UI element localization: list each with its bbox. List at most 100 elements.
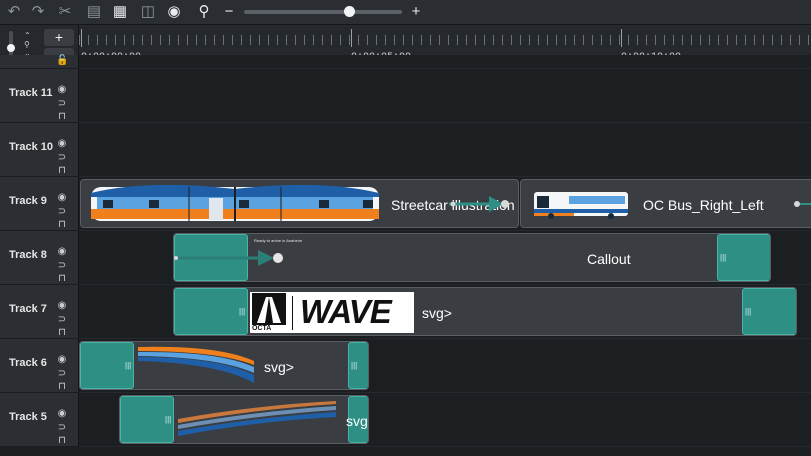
clip-callout[interactable]: ||| Ready to arrive in Anaheim Callout — [173, 233, 771, 282]
ruler-ticks — [79, 35, 811, 45]
track-name: Track 9 — [9, 195, 47, 207]
grip-handle-icon[interactable]: ||| — [745, 307, 751, 317]
track-name: Track 6 — [9, 357, 47, 369]
track-header[interactable]: Track 7 ◉ ⊃ ⊓ — [0, 285, 79, 339]
lock-icon[interactable]: ⊓ — [56, 111, 68, 123]
track-row-5: Track 5 ◉ ⊃ ⊓ ||| svg — [0, 393, 811, 447]
eye-icon[interactable]: ◉ — [56, 300, 68, 312]
wave-logo-thumbnail: OCTA WAVE — [250, 292, 414, 333]
grip-handle-icon[interactable]: ||| — [351, 361, 357, 371]
zoom-out-button[interactable]: − — [219, 2, 239, 22]
clip-label: svg> — [264, 359, 294, 375]
eye-icon[interactable]: ◉ — [56, 138, 68, 150]
add-track-button[interactable]: + — [44, 29, 74, 46]
track-name: Track 7 — [9, 303, 47, 315]
track-header[interactable]: Track 8 ◉ ⊃ ⊓ — [0, 231, 79, 285]
logo-divider — [292, 296, 293, 330]
track-lane[interactable] — [79, 69, 811, 123]
track-name: Track 11 — [9, 87, 53, 99]
lock-icon[interactable]: ⊓ — [56, 381, 68, 393]
octa-logo-icon — [252, 293, 286, 325]
cut-icon[interactable]: ✂ — [55, 2, 75, 22]
transition-in[interactable]: ||| — [174, 288, 248, 335]
lock-icon[interactable]: ⊓ — [56, 219, 68, 231]
ruler-major-tick — [81, 29, 82, 47]
track-zoom-icon: ⌃ ⚲ ⌄ — [24, 31, 31, 58]
undo-icon[interactable]: ↶ — [4, 2, 24, 22]
track-height-handle[interactable] — [7, 44, 15, 52]
clip-svg-stripes[interactable]: ||| svg — [119, 395, 369, 444]
clip-svg-wave[interactable]: ||| ||| OCTA WAVE svg> — [173, 287, 797, 336]
track-row-7: Track 7 ◉ ⊃ ⊓ ||| ||| OCTA WAVE svg> — [0, 285, 811, 339]
eye-icon[interactable]: ◉ — [56, 84, 68, 96]
transition-arrow-icon — [449, 196, 509, 212]
stripes-thumbnail — [178, 401, 336, 436]
timeline-tracks: 🔓 Track 11 ◉ ⊃ ⊓ Track 10 ◉ ⊃ ⊓ Track 9 … — [0, 55, 811, 456]
track-row-partial: 🔓 — [0, 55, 811, 69]
transition-out[interactable]: ||| — [348, 342, 368, 389]
grip-handle-icon[interactable]: ||| — [165, 415, 171, 425]
magnet-icon[interactable]: ⊃ — [56, 206, 68, 218]
transition-out[interactable]: ||| — [717, 234, 770, 281]
eye-icon[interactable]: ◉ — [56, 246, 68, 258]
track-row-11: Track 11 ◉ ⊃ ⊓ — [0, 69, 811, 123]
streetcar-thumbnail — [91, 184, 379, 221]
track-header[interactable]: Track 10 ◉ ⊃ ⊓ — [0, 123, 79, 177]
bus-thumbnail — [534, 192, 628, 219]
track-lane[interactable]: ||| ||| svg> — [79, 339, 811, 393]
eye-icon[interactable]: ◉ — [56, 408, 68, 420]
zoom-slider[interactable] — [244, 10, 402, 14]
transition-in[interactable]: ||| — [80, 342, 134, 389]
clip-label: svg> — [422, 305, 452, 321]
grip-handle-icon[interactable]: ||| — [239, 307, 245, 317]
eye-icon[interactable]: ◉ — [56, 192, 68, 204]
clip-label: svg — [346, 413, 368, 429]
copy-icon[interactable]: ▤ — [84, 2, 104, 22]
toolbar: ↶ ↷ ✂ ▤ ▦ ◫ ◉ ⚲ − + — [0, 0, 811, 25]
paste-icon[interactable]: ▦ — [110, 2, 130, 22]
wave-logo-text: WAVE — [300, 293, 392, 330]
transition-in[interactable]: ||| — [120, 396, 174, 443]
clip-svg-swoosh[interactable]: ||| ||| svg> — [79, 341, 369, 390]
snapshot-icon[interactable]: ◉ — [164, 2, 184, 22]
track-header[interactable]: Track 5 ◉ ⊃ ⊓ — [0, 393, 79, 447]
split-icon[interactable]: ◫ — [138, 2, 158, 22]
transition-out[interactable]: ||| — [742, 288, 796, 335]
magnet-icon[interactable]: ⊃ — [56, 368, 68, 380]
magnet-icon[interactable]: ⊃ — [56, 314, 68, 326]
track-header[interactable]: Track 11 ◉ ⊃ ⊓ — [0, 69, 79, 123]
track-lane[interactable]: ||| Ready to arrive in Anaheim Callout — [79, 231, 811, 285]
track-name: Track 10 — [9, 141, 54, 153]
magnet-icon[interactable]: ⊃ — [56, 260, 68, 272]
eye-icon[interactable]: ◉ — [56, 354, 68, 366]
grip-handle-icon[interactable]: ||| — [720, 253, 726, 263]
clip-label: Callout — [587, 251, 631, 267]
track-lane[interactable]: ||| ||| OCTA WAVE svg> — [79, 285, 811, 339]
callout-arrow-icon — [174, 250, 283, 266]
track-name: Track 8 — [9, 249, 47, 261]
magnet-icon[interactable]: ⊃ — [56, 152, 68, 164]
track-header[interactable]: Track 6 ◉ ⊃ ⊓ — [0, 339, 79, 393]
zoom-slider-handle[interactable] — [344, 6, 356, 17]
grip-handle-icon[interactable]: ||| — [125, 361, 131, 371]
lock-icon[interactable]: 🔓 — [56, 55, 68, 67]
track-lane[interactable]: ||| svg — [79, 393, 811, 447]
track-name: Track 5 — [9, 411, 47, 423]
track-lane[interactable] — [79, 123, 811, 177]
lock-icon[interactable]: ⊓ — [56, 273, 68, 285]
zoom-icon: ⚲ — [198, 3, 210, 20]
lock-icon[interactable]: ⊓ — [56, 327, 68, 339]
octa-logo-text: OCTA — [252, 325, 272, 332]
track-lane[interactable]: Streetcar illustration — [79, 177, 811, 231]
transition-line-icon — [794, 201, 811, 207]
lock-icon[interactable]: ⊓ — [56, 165, 68, 177]
redo-icon[interactable]: ↷ — [28, 2, 48, 22]
magnet-icon[interactable]: ⊃ — [56, 98, 68, 110]
magnet-icon[interactable]: ⊃ — [56, 422, 68, 434]
lock-icon[interactable]: ⊓ — [56, 435, 68, 447]
track-header[interactable]: Track 9 ◉ ⊃ ⊓ — [0, 177, 79, 231]
clip-streetcar-illustration[interactable]: Streetcar illustration — [80, 179, 519, 228]
clip-oc-bus[interactable]: OC Bus_Right_Left — [520, 179, 811, 228]
zoom-in-button[interactable]: + — [406, 2, 426, 22]
ruler-major-tick — [351, 29, 352, 47]
